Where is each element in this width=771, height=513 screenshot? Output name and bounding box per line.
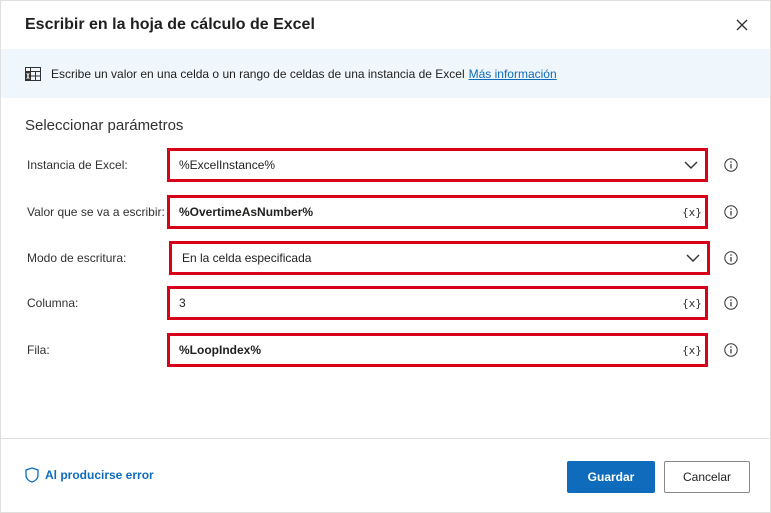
row-value: %LoopIndex% — [179, 343, 262, 357]
dialog-title: Escribir en la hoja de cálculo de Excel — [25, 16, 315, 33]
write-mode-label: Modo de escritura: — [27, 251, 127, 265]
chevron-down-icon[interactable] — [685, 250, 701, 266]
excel-sheet-icon — [25, 66, 41, 82]
section-title: Seleccionar parámetros — [25, 117, 184, 134]
row-excel-instance: Instancia de Excel: %ExcelInstance% — [1, 148, 770, 182]
row-label: Fila: — [27, 343, 50, 357]
shield-icon — [25, 467, 39, 483]
row-input[interactable]: %LoopIndex% {x} — [167, 333, 708, 367]
chevron-down-icon[interactable] — [683, 157, 699, 173]
close-button[interactable] — [730, 13, 754, 37]
value-to-write-label: Valor que se va a escribir: — [27, 205, 165, 219]
column-input[interactable]: 3 {x} — [167, 286, 708, 320]
excel-instance-value: %ExcelInstance% — [179, 158, 276, 172]
value-to-write-value: %OvertimeAsNumber% — [179, 205, 314, 219]
row-column: Columna: 3 {x} — [1, 286, 770, 320]
row-value-to-write: Valor que se va a escribir: %OvertimeAsN… — [1, 195, 770, 229]
excel-instance-label: Instancia de Excel: — [27, 158, 128, 172]
variable-picker-button[interactable]: {x} — [682, 206, 702, 219]
column-value: 3 — [179, 296, 186, 310]
dialog-header: Escribir en la hoja de cálculo de Excel — [1, 1, 770, 49]
footer-divider — [1, 438, 770, 439]
learn-more-link[interactable]: Más información — [469, 67, 557, 81]
write-mode-value: En la celda especificada — [182, 251, 312, 265]
info-icon[interactable] — [724, 343, 738, 357]
save-button[interactable]: Guardar — [567, 461, 655, 493]
cancel-button[interactable]: Cancelar — [664, 461, 750, 493]
on-error-button[interactable]: Al producirse error — [25, 467, 154, 483]
column-label: Columna: — [27, 296, 79, 310]
info-icon[interactable] — [724, 251, 738, 265]
on-error-label: Al producirse error — [45, 468, 154, 482]
variable-picker-button[interactable]: {x} — [682, 297, 702, 310]
excel-instance-dropdown[interactable]: %ExcelInstance% — [167, 148, 708, 182]
value-to-write-input[interactable]: %OvertimeAsNumber% {x} — [167, 195, 708, 229]
info-icon[interactable] — [724, 205, 738, 219]
info-icon[interactable] — [724, 158, 738, 172]
row-write-mode: Modo de escritura: En la celda especific… — [1, 241, 770, 275]
info-icon[interactable] — [724, 296, 738, 310]
variable-picker-button[interactable]: {x} — [682, 344, 702, 357]
write-mode-dropdown[interactable]: En la celda especificada — [169, 241, 710, 275]
close-icon — [736, 19, 748, 31]
write-excel-dialog: Escribir en la hoja de cálculo de Excel … — [0, 0, 771, 513]
info-banner: Escribe un valor en una celda o un rango… — [1, 49, 770, 98]
row-row: Fila: %LoopIndex% {x} — [1, 333, 770, 367]
banner-description: Escribe un valor en una celda o un rango… — [51, 66, 465, 81]
